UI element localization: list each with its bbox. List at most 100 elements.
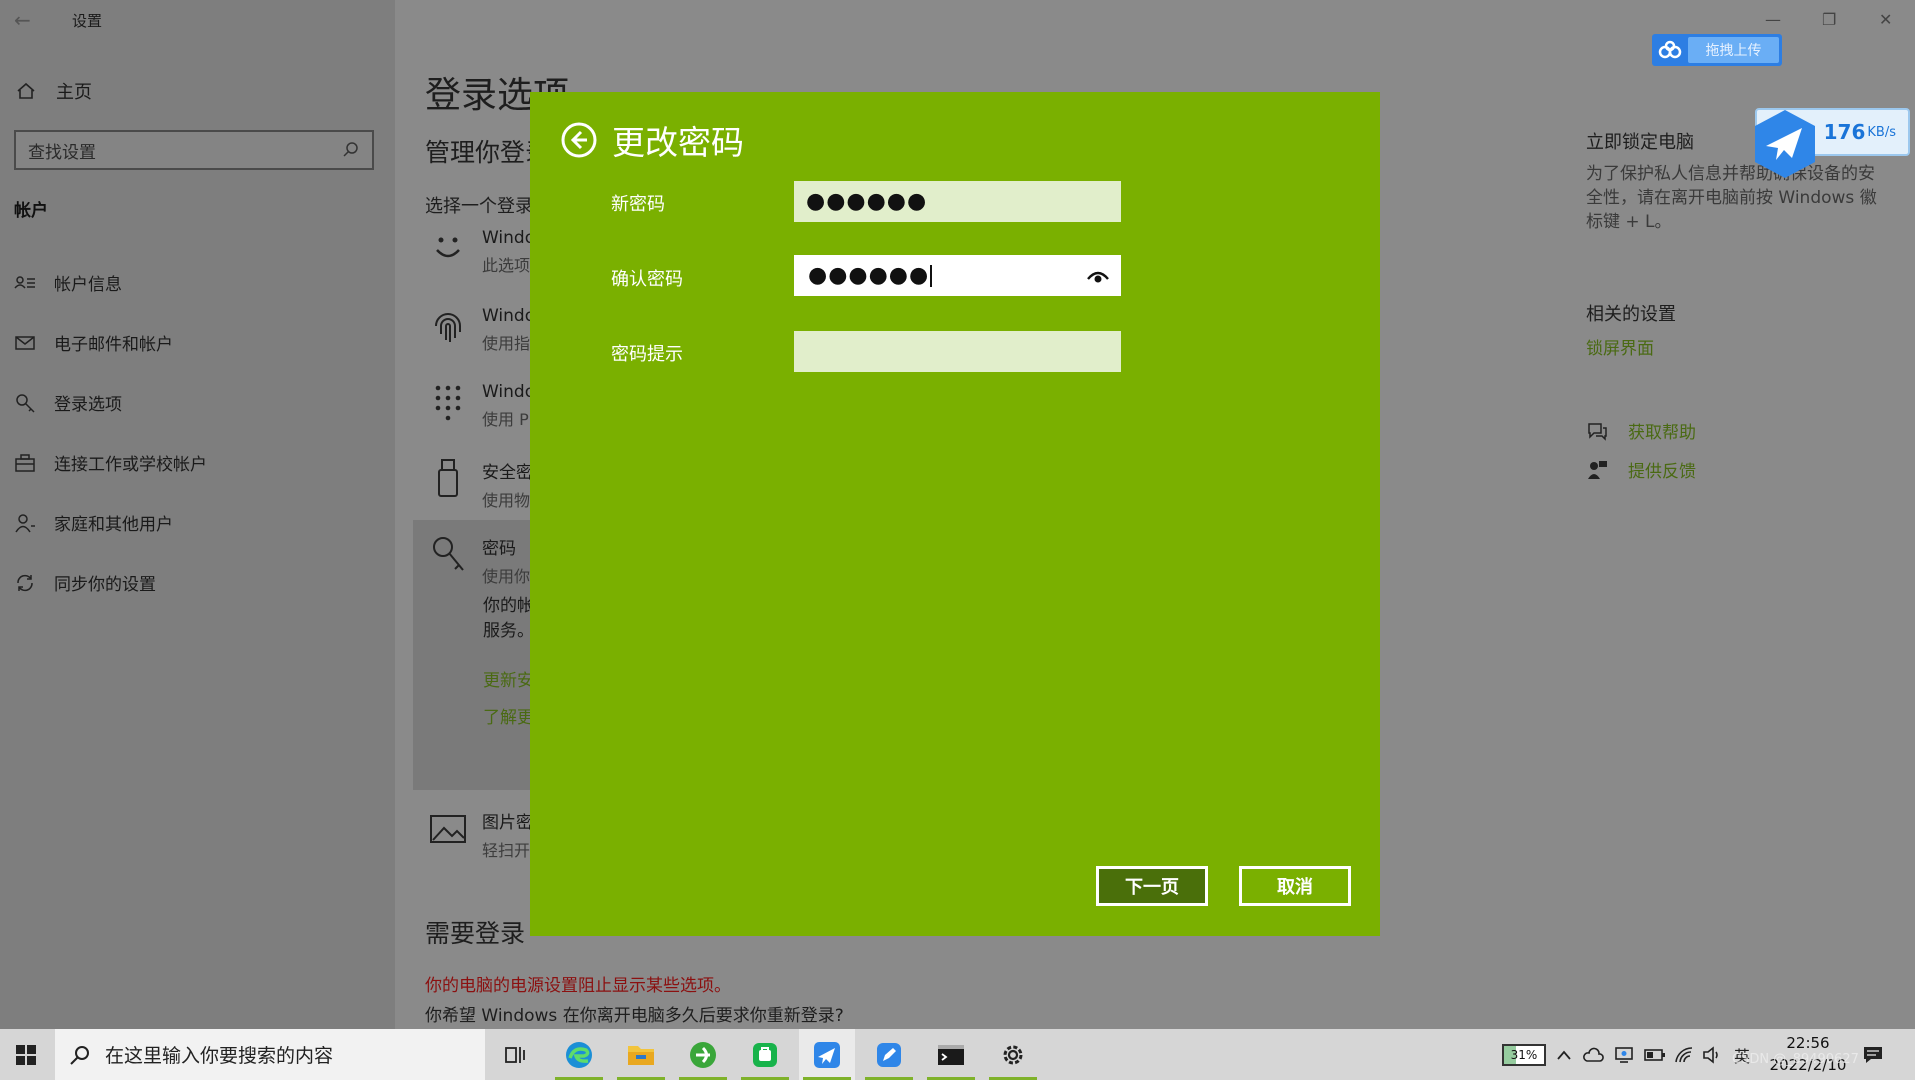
option-desc: 使用物 (482, 491, 531, 510)
option-password[interactable]: 密码 使用你 (430, 534, 530, 587)
password-hint-label: 密码提示 (611, 344, 683, 365)
next-button[interactable]: 下一页 (1096, 866, 1208, 906)
taskbar-search-placeholder: 在这里输入你要搜索的内容 (105, 1045, 334, 1067)
option-face[interactable]: Windo 此选项 (430, 228, 535, 276)
show-hidden-icons-button[interactable] (1556, 1029, 1572, 1080)
sidebar-item-home[interactable]: 主页 (16, 78, 92, 104)
account-info-icon (14, 275, 35, 289)
terminal-icon (938, 1044, 964, 1065)
option-title: 图片密 (482, 813, 533, 833)
sidebar-item-label: 连接工作或学校帐户 (54, 455, 207, 475)
briefcase-icon (15, 453, 35, 472)
get-help-link[interactable]: 获取帮助 (1586, 418, 1696, 443)
lock-pc-title: 立即锁定电脑 (1586, 132, 1694, 153)
confirm-password-field[interactable]: ●●●●●● (794, 255, 1121, 296)
sidebar-item-work-school[interactable]: 连接工作或学校帐户 (14, 450, 207, 475)
password-desc-line2: 服务。 (483, 621, 534, 641)
notification-center-button[interactable] (1862, 1029, 1884, 1080)
task-view-button[interactable] (488, 1029, 544, 1080)
sidebar-item-account-info[interactable]: 帐户信息 (14, 270, 122, 295)
back-arrow-icon[interactable]: ← (14, 8, 31, 32)
restore-icon[interactable]: ❐ (1822, 10, 1836, 29)
option-title: 安全密 (482, 463, 533, 483)
sync-icon (17, 574, 33, 591)
reveal-password-icon[interactable] (1087, 267, 1109, 287)
sidebar-item-label: 电子邮件和帐户 (54, 335, 173, 355)
battery-tray[interactable] (1644, 1029, 1666, 1080)
option-desc: 使用 P (482, 410, 529, 429)
update-security-link[interactable]: 更新安 (483, 666, 534, 691)
settings-search-input[interactable]: 查找设置 (14, 130, 374, 170)
change-password-dialog: 更改密码 新密码 ●●●●●● 确认密码 ●●●●●● 密码提示 下一页 取消 (530, 92, 1380, 936)
new-password-field[interactable]: ●●●●●● (794, 181, 1121, 222)
battery-indicator[interactable]: 31% (1502, 1044, 1546, 1066)
taskbar-app-bird[interactable] (799, 1029, 855, 1080)
taskbar-app-explorer[interactable] (613, 1029, 669, 1080)
sidebar-item-signin-options[interactable]: 登录选项 (14, 390, 122, 415)
option-title: Windo (482, 306, 536, 326)
taskbar-search-input[interactable]: 在这里输入你要搜索的内容 (55, 1029, 485, 1080)
wifi-tray[interactable] (1674, 1029, 1694, 1080)
security-tray[interactable] (1614, 1029, 1634, 1080)
fingerprint-icon (435, 313, 461, 342)
option-desc: 使用你 (482, 567, 531, 586)
feedback-icon (1588, 460, 1607, 479)
key-icon (433, 537, 464, 571)
back-circle-icon[interactable] (560, 121, 598, 159)
task-view-icon (505, 1046, 525, 1063)
password-hint-field[interactable] (794, 331, 1121, 372)
taskbar-app-settings[interactable] (985, 1029, 1041, 1080)
onedrive-tray[interactable] (1582, 1029, 1604, 1080)
text-caret (930, 264, 933, 287)
window-title: 设置 (72, 12, 103, 30)
sidebar-item-email[interactable]: 电子邮件和帐户 (14, 330, 173, 355)
option-pin[interactable]: Windo 使用 P (430, 382, 535, 430)
sidebar-item-label: 家庭和其他用户 (54, 515, 173, 535)
wifi-icon (1675, 1046, 1693, 1062)
option-title: 密码 (482, 539, 516, 559)
speaker-icon (1703, 1045, 1718, 1064)
battery-percent: 31% (1510, 1048, 1538, 1062)
bird-logo-icon (1755, 110, 1815, 178)
lock-screen-link[interactable]: 锁屏界面 (1586, 334, 1654, 359)
sidebar-home-label: 主页 (56, 82, 92, 103)
option-security-key[interactable]: 安全密 使用物 (430, 458, 533, 511)
sidebar-item-sync[interactable]: 同步你的设置 (14, 570, 156, 595)
close-icon[interactable]: ✕ (1879, 10, 1892, 29)
option-title: Windo (482, 228, 536, 248)
taskbar-app-edge[interactable] (551, 1029, 607, 1080)
cancel-button[interactable]: 取消 (1239, 866, 1351, 906)
get-help-label: 获取帮助 (1628, 423, 1696, 443)
sidebar-item-label: 帐户信息 (54, 275, 122, 295)
cloud-icon (1583, 1047, 1604, 1062)
require-signin-title: 需要登录 (425, 919, 526, 948)
option-desc: 使用指 (482, 334, 531, 353)
taskbar-app-browser[interactable] (675, 1029, 731, 1080)
taskbar-app-terminal[interactable] (923, 1029, 979, 1080)
taskbar-app-notes[interactable] (861, 1029, 917, 1080)
learn-more-link[interactable]: 了解更 (483, 703, 534, 728)
dialog-header: 更改密码 (560, 116, 744, 164)
monitor-shield-icon (1615, 1046, 1633, 1063)
option-fingerprint[interactable]: Windo 使用指 (430, 306, 535, 354)
pen-notes-icon (877, 1042, 901, 1067)
drag-upload-widget[interactable]: 拖拽上传 (1652, 34, 1782, 66)
key-icon (16, 393, 35, 413)
start-button[interactable] (0, 1029, 52, 1080)
sidebar: ← 设置 主页 查找设置 帐户 帐户信息 电子邮件和帐户 登录选项 连接工作或学… (0, 0, 395, 1029)
search-placeholder: 查找设置 (28, 142, 96, 163)
new-password-label: 新密码 (611, 194, 665, 215)
option-desc: 此选项 (482, 256, 531, 275)
option-picture-password[interactable]: 图片密 轻扫开 (430, 808, 533, 861)
choose-signin-label: 选择一个登录 (425, 196, 533, 217)
confirm-password-value: ●●●●●● (808, 263, 930, 288)
usb-key-icon (438, 459, 458, 497)
taskbar-app-green[interactable] (737, 1029, 793, 1080)
minimize-icon[interactable]: — (1765, 10, 1781, 29)
volume-tray[interactable] (1702, 1029, 1722, 1080)
chevron-up-icon (1557, 1050, 1571, 1060)
lock-pc-text: 为了保护私人信息并帮助确保设备的安全性，请在离开电脑前按 Windows 徽标键… (1586, 164, 1877, 232)
sidebar-item-family[interactable]: 家庭和其他用户 (14, 510, 173, 535)
windows-logo-icon (16, 1044, 36, 1065)
feedback-link[interactable]: 提供反馈 (1586, 457, 1696, 482)
